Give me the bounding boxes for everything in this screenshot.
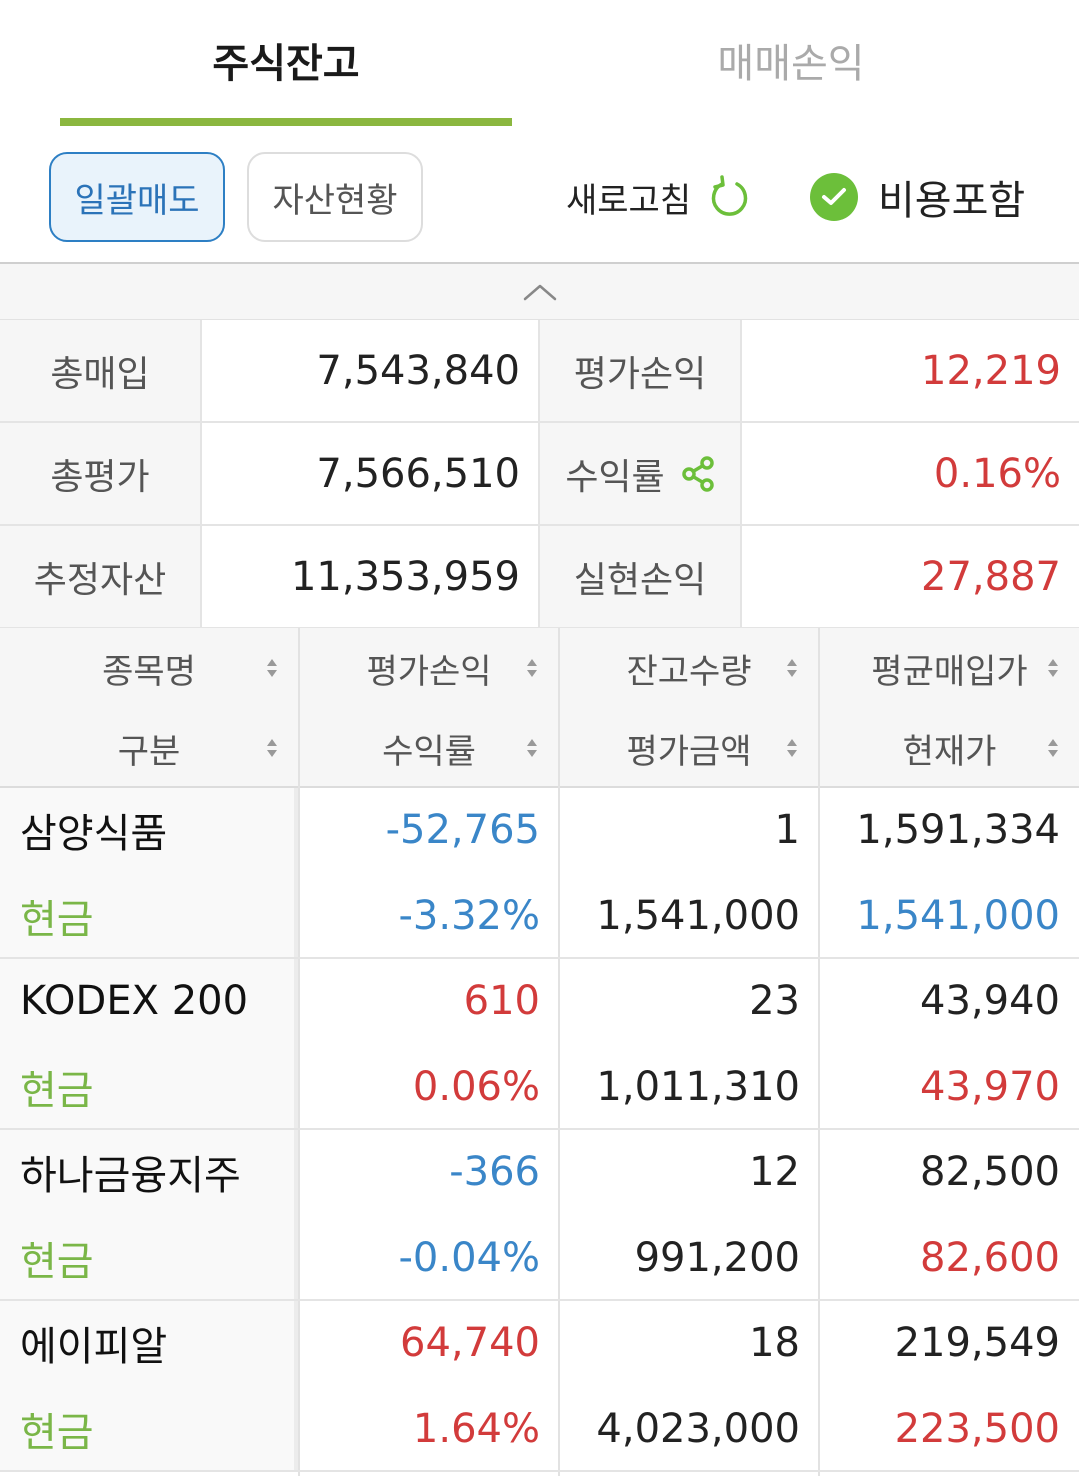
- current-price: 1,541,000: [856, 893, 1060, 939]
- avg-price: 82,500: [920, 1149, 1060, 1195]
- sort-icon: [527, 659, 537, 677]
- return-rate: -0.04%: [398, 1235, 540, 1281]
- return-rate: 1.64%: [412, 1406, 540, 1452]
- header-label: 수익률: [382, 731, 476, 772]
- header-label: 구분: [117, 731, 181, 772]
- table-row[interactable]: 에이피알 현금 64,740 1.64% 18 4,023,000 219,54…: [0, 1301, 1079, 1472]
- estimated-asset-value: 11,353,959: [202, 526, 540, 627]
- current-price: 223,500: [894, 1406, 1060, 1452]
- eval-amount: 1,541,000: [596, 893, 800, 939]
- bulk-sell-button[interactable]: 일괄매도: [49, 152, 225, 242]
- account-type: 현금: [20, 897, 94, 943]
- sort-icon: [1048, 739, 1058, 757]
- stock-name: 삼양식품: [20, 811, 168, 857]
- share-icon[interactable]: [681, 455, 715, 492]
- active-tab-indicator: [60, 118, 512, 126]
- avg-price: 219,549: [894, 1320, 1060, 1366]
- include-cost-toggle[interactable]: 비용포함: [810, 168, 1025, 226]
- stock-name: KODEX 200: [20, 978, 249, 1024]
- table-row[interactable]: 삼양식품 현금 -52,765 -3.32% 1 1,541,000 1,591…: [0, 788, 1079, 959]
- table-row[interactable]: KODEX 200 현금 610 0.06% 23 1,011,310 43,9…: [0, 959, 1079, 1130]
- return-rate: -3.32%: [398, 893, 540, 939]
- asset-status-button[interactable]: 자산현황: [247, 152, 423, 242]
- toolbar: 일괄매도 자산현황 새로고침 비용포함: [0, 128, 1079, 262]
- total-eval-label: 총평가: [0, 423, 202, 524]
- tab-trade-pnl[interactable]: 매매손익: [565, 30, 1017, 90]
- return-rate: 0.06%: [412, 1064, 540, 1110]
- sort-icon: [787, 659, 797, 677]
- summary-row: 총평가 7,566,510 수익률 0.16%: [0, 423, 1079, 526]
- header-label: 평가금액: [626, 731, 752, 772]
- header-avg-price[interactable]: 평균매입가: [820, 628, 1079, 708]
- sort-icon: [1048, 659, 1058, 677]
- summary-row: 총매입 7,543,840 평가손익 12,219: [0, 320, 1079, 423]
- header-label: 종목명: [102, 651, 196, 692]
- eval-pnl-label: 평가손익: [540, 320, 742, 421]
- tab-stock-balance[interactable]: 주식잔고: [60, 30, 512, 90]
- total-purchase-value: 7,543,840: [202, 320, 540, 421]
- header-eval-pnl[interactable]: 평가손익: [300, 628, 558, 708]
- total-eval-value: 7,566,510: [202, 423, 540, 524]
- sort-icon: [527, 739, 537, 757]
- table-row[interactable]: 하나금융지주 현금 -366 -0.04% 12 991,200 82,500 …: [0, 1130, 1079, 1301]
- header-quantity[interactable]: 잔고수량: [560, 628, 818, 708]
- total-purchase-label: 총매입: [0, 320, 202, 421]
- account-type: 현금: [20, 1239, 94, 1285]
- current-price: 43,970: [920, 1064, 1060, 1110]
- include-cost-label: 비용포함: [878, 178, 1026, 224]
- account-type: 현금: [20, 1068, 94, 1114]
- checkmark-icon: [810, 173, 858, 221]
- estimated-asset-label: 추정자산: [0, 526, 202, 627]
- sort-icon: [787, 739, 797, 757]
- header-label: 잔고수량: [626, 651, 752, 692]
- quantity: 18: [749, 1320, 800, 1366]
- eval-pnl: 610: [463, 978, 540, 1024]
- refresh-button[interactable]: 새로고침: [566, 172, 751, 222]
- tab-bar: 주식잔고 매매손익: [0, 0, 1079, 128]
- realized-pnl-label: 실현손익: [540, 526, 742, 627]
- eval-pnl: -52,765: [385, 807, 540, 853]
- eval-pnl-value: 12,219: [921, 347, 1061, 394]
- sort-icon: [267, 739, 277, 757]
- eval-amount: 991,200: [634, 1235, 800, 1281]
- header-label: 평균매입가: [871, 651, 1028, 692]
- stock-name: 에이피알: [20, 1324, 168, 1370]
- eval-amount: 1,011,310: [596, 1064, 800, 1110]
- quantity: 12: [749, 1149, 800, 1195]
- realized-pnl-value: 27,887: [921, 553, 1061, 600]
- header-return-rate[interactable]: 수익률: [300, 708, 558, 788]
- sort-icon: [267, 659, 277, 677]
- table-header: 종목명 구분 평가손익 수익률 잔고수량 평가금액 평균매입가 현재가: [0, 628, 1079, 788]
- current-price: 82,600: [920, 1235, 1060, 1281]
- quantity: 1: [774, 807, 800, 853]
- chevron-up-icon: [523, 284, 556, 300]
- collapse-summary-button[interactable]: [0, 264, 1079, 320]
- eval-pnl: 64,740: [400, 1320, 540, 1366]
- return-rate-label[interactable]: 수익률: [540, 423, 742, 524]
- return-rate-value: 0.16%: [933, 450, 1061, 497]
- header-stock-name[interactable]: 종목명: [0, 628, 298, 708]
- header-eval-amount[interactable]: 평가금액: [560, 708, 818, 788]
- summary-row: 추정자산 11,353,959 실현손익 27,887: [0, 526, 1079, 629]
- refresh-icon: [711, 175, 748, 216]
- eval-amount: 4,023,000: [596, 1406, 800, 1452]
- header-current-price[interactable]: 현재가: [820, 708, 1079, 788]
- avg-price: 1,591,334: [856, 807, 1060, 853]
- refresh-label: 새로고침: [566, 180, 692, 221]
- eval-pnl: -366: [449, 1149, 540, 1195]
- header-category[interactable]: 구분: [0, 708, 298, 788]
- quantity: 23: [749, 978, 800, 1024]
- account-type: 현금: [20, 1410, 94, 1456]
- stock-name: 하나금융지주: [20, 1153, 241, 1199]
- header-label: 평가손익: [366, 651, 492, 692]
- return-rate-text: 수익률: [565, 456, 665, 498]
- header-label: 현재가: [902, 731, 997, 772]
- avg-price: 43,940: [920, 978, 1060, 1024]
